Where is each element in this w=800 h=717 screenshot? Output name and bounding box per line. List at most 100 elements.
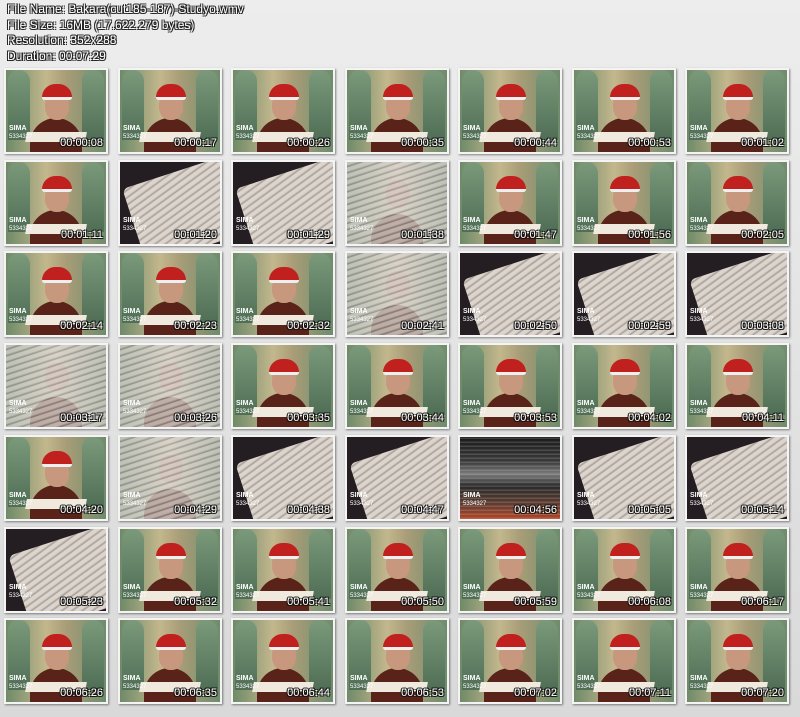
video-thumbnail: SIMA 5334327 00:00:17 — [118, 68, 222, 154]
channel-logo-number: 5334327 — [577, 226, 601, 232]
video-thumbnail: SIMA 5334327 00:03:35 — [231, 343, 335, 429]
channel-logo: SIMA 5334327 — [236, 675, 259, 691]
thumbnail-timestamp: 00:04:38 — [287, 504, 330, 516]
channel-logo-number: 5334327 — [123, 593, 147, 599]
channel-logo-number: 5334327 — [690, 409, 714, 415]
video-thumbnail: SIMA 5334327 00:01:56 — [572, 160, 676, 246]
channel-logo-text: SIMA — [690, 584, 708, 591]
channel-logo-text: SIMA — [350, 584, 368, 591]
channel-logo-number: 5334327 — [236, 501, 260, 507]
channel-logo-text: SIMA — [463, 492, 481, 499]
video-thumbnail: SIMA 5334327 00:01:02 — [685, 68, 789, 154]
channel-logo: SIMA 5334327 — [350, 675, 373, 691]
video-thumbnail: SIMA 5334327 00:07:20 — [685, 618, 789, 704]
video-thumbnail: SIMA 5334327 00:00:53 — [572, 68, 676, 154]
video-thumbnail: SIMA 5334327 00:07:02 — [458, 618, 562, 704]
video-thumbnail: SIMA 5334327 00:00:26 — [231, 68, 335, 154]
thumbnail-timestamp: 00:05:32 — [174, 596, 217, 608]
channel-logo: SIMA 5334327 — [236, 492, 259, 508]
channel-logo-text: SIMA — [690, 125, 708, 132]
thumbnail-timestamp: 00:06:35 — [174, 687, 217, 699]
channel-logo-number: 5334327 — [123, 409, 147, 415]
channel-logo-text: SIMA — [350, 675, 368, 682]
thumbnail-timestamp: 00:05:50 — [401, 596, 444, 608]
channel-logo-number: 5334327 — [690, 501, 714, 507]
channel-logo-number: 5334327 — [577, 684, 601, 690]
channel-logo-number: 5334327 — [463, 684, 487, 690]
channel-logo-text: SIMA — [9, 217, 27, 224]
video-thumbnail: SIMA 5334327 00:05:32 — [118, 527, 222, 613]
channel-logo-text: SIMA — [350, 308, 368, 315]
channel-logo-number: 5334327 — [690, 593, 714, 599]
channel-logo-text: SIMA — [350, 492, 368, 499]
channel-logo-text: SIMA — [577, 675, 595, 682]
video-thumbnail: SIMA 5334327 00:02:41 — [345, 251, 449, 337]
video-thumbnail: SIMA 5334327 00:03:53 — [458, 343, 562, 429]
channel-logo-number: 5334327 — [123, 134, 147, 140]
channel-logo-number: 5334327 — [350, 134, 374, 140]
thumbnail-timestamp: 00:01:29 — [287, 229, 330, 241]
file-size-line: File Size: 16MB (17.622.279 bytes) — [7, 17, 195, 32]
channel-logo: SIMA 5334327 — [350, 584, 373, 600]
channel-logo-number: 5334327 — [350, 593, 374, 599]
thumbnail-timestamp: 00:01:20 — [174, 229, 217, 241]
channel-logo-text: SIMA — [123, 308, 141, 315]
video-thumbnail: SIMA 5334327 00:06:44 — [231, 618, 335, 704]
channel-logo: SIMA 5334327 — [236, 217, 259, 233]
video-thumbnail: SIMA 5334327 00:04:02 — [572, 343, 676, 429]
channel-logo: SIMA 5334327 — [690, 584, 713, 600]
thumbnail-timestamp: 00:02:50 — [514, 320, 557, 332]
channel-logo: SIMA 5334327 — [123, 125, 146, 141]
channel-logo: SIMA 5334327 — [463, 125, 486, 141]
channel-logo-number: 5334327 — [9, 409, 33, 415]
thumbnail-timestamp: 00:07:20 — [741, 687, 784, 699]
channel-logo-text: SIMA — [350, 400, 368, 407]
thumbnail-timestamp: 00:02:23 — [174, 320, 217, 332]
thumbnail-timestamp: 00:05:05 — [628, 504, 671, 516]
channel-logo-text: SIMA — [236, 584, 254, 591]
thumbnail-timestamp: 00:05:14 — [741, 504, 784, 516]
channel-logo-text: SIMA — [690, 400, 708, 407]
thumbnail-timestamp: 00:07:02 — [514, 687, 557, 699]
thumbnail-timestamp: 00:07:11 — [628, 687, 671, 699]
thumbnail-timestamp: 00:01:11 — [60, 229, 103, 241]
channel-logo-text: SIMA — [9, 125, 27, 132]
channel-logo: SIMA 5334327 — [123, 400, 146, 416]
video-thumbnail: SIMA 5334327 00:00:35 — [345, 68, 449, 154]
video-thumbnail: SIMA 5334327 00:04:20 — [4, 435, 108, 521]
channel-logo-number: 5334327 — [9, 501, 33, 507]
channel-logo: SIMA 5334327 — [577, 308, 600, 324]
channel-logo-number: 5334327 — [236, 409, 260, 415]
channel-logo-number: 5334327 — [690, 134, 714, 140]
channel-logo-text: SIMA — [236, 492, 254, 499]
channel-logo-text: SIMA — [123, 217, 141, 224]
video-thumbnail: SIMA 5334327 00:02:05 — [685, 160, 789, 246]
channel-logo-number: 5334327 — [350, 684, 374, 690]
channel-logo-text: SIMA — [463, 400, 481, 407]
channel-logo-number: 5334327 — [463, 226, 487, 232]
channel-logo-text: SIMA — [690, 492, 708, 499]
channel-logo-text: SIMA — [236, 400, 254, 407]
thumbnail-timestamp: 00:04:11 — [741, 412, 784, 424]
channel-logo-number: 5334327 — [9, 317, 33, 323]
thumbnail-timestamp: 00:01:38 — [401, 229, 444, 241]
channel-logo: SIMA 5334327 — [577, 125, 600, 141]
channel-logo-text: SIMA — [9, 492, 27, 499]
thumbnail-timestamp: 00:02:32 — [287, 320, 330, 332]
video-thumbnail: SIMA 5334327 00:01:20 — [118, 160, 222, 246]
channel-logo-number: 5334327 — [9, 226, 33, 232]
channel-logo-number: 5334327 — [690, 317, 714, 323]
channel-logo-text: SIMA — [577, 308, 595, 315]
channel-logo: SIMA 5334327 — [236, 308, 259, 324]
video-thumbnail: SIMA 5334327 00:06:08 — [572, 527, 676, 613]
channel-logo: SIMA 5334327 — [577, 675, 600, 691]
channel-logo: SIMA 5334327 — [577, 584, 600, 600]
video-thumbnail: SIMA 5334327 00:02:50 — [458, 251, 562, 337]
channel-logo-text: SIMA — [463, 584, 481, 591]
video-thumbnail: SIMA 5334327 00:04:38 — [231, 435, 335, 521]
channel-logo-text: SIMA — [577, 217, 595, 224]
video-thumbnail: SIMA 5334327 00:01:38 — [345, 160, 449, 246]
channel-logo: SIMA 5334327 — [236, 584, 259, 600]
thumbnail-timestamp: 00:04:20 — [60, 504, 103, 516]
channel-logo-number: 5334327 — [577, 409, 601, 415]
